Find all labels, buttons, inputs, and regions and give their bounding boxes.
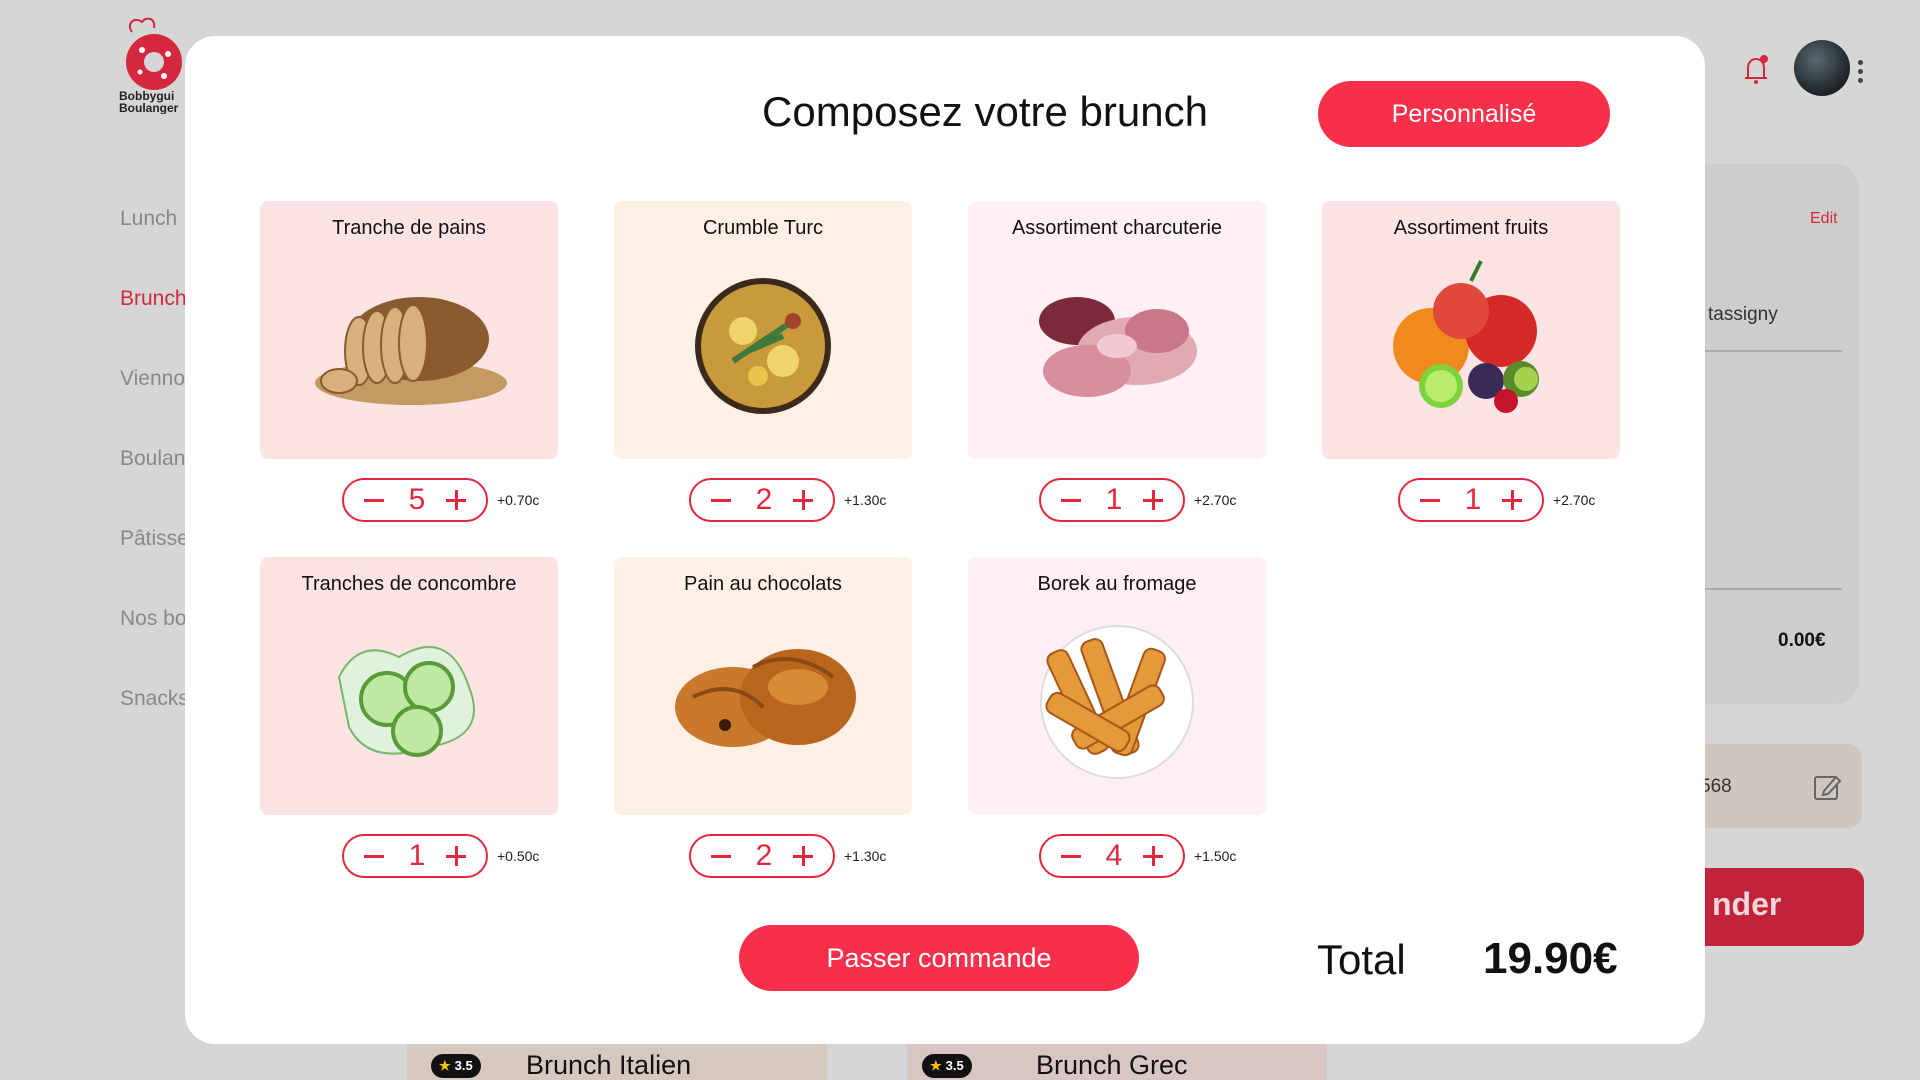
- item-card[interactable]: Crumble Turc: [614, 201, 912, 459]
- crumble-image: [695, 278, 831, 414]
- minus-icon[interactable]: [354, 836, 394, 876]
- plus-icon[interactable]: [783, 836, 823, 876]
- quantity-value: 1: [1464, 483, 1482, 516]
- custom-button[interactable]: Personnalisé: [1318, 81, 1610, 147]
- minus-icon[interactable]: [701, 480, 741, 520]
- brunch-card-title: Brunch Italien: [526, 1050, 692, 1080]
- star-icon: ★: [930, 1058, 942, 1073]
- item-name: Assortiment fruits: [1393, 217, 1549, 239]
- bell-icon[interactable]: [1742, 54, 1772, 86]
- item-price: +0.50c: [497, 848, 540, 864]
- cart-divider: [1702, 350, 1842, 352]
- sidebar-item-snacks[interactable]: Snacks: [120, 687, 189, 711]
- quantity-stepper[interactable]: 5: [342, 478, 488, 522]
- plus-icon[interactable]: [1133, 480, 1173, 520]
- item-name: Assortiment charcuterie: [1011, 217, 1223, 239]
- brunch-card-title: Brunch Grec: [1036, 1050, 1188, 1080]
- plus-icon[interactable]: [436, 480, 476, 520]
- item-name: Tranches de concombre: [301, 573, 517, 595]
- item-card[interactable]: Assortiment charcuterie: [968, 201, 1266, 459]
- item-card[interactable]: Borek au fromage: [968, 557, 1266, 815]
- quantity-value: 2: [755, 483, 773, 516]
- minus-icon[interactable]: [1051, 836, 1091, 876]
- minus-icon[interactable]: [354, 480, 394, 520]
- item-name: Tranche de pains: [332, 217, 486, 239]
- sidebar-item-lunch[interactable]: Lunch: [120, 207, 177, 231]
- charcuterie-image: [1039, 297, 1197, 397]
- minus-icon[interactable]: [1051, 480, 1091, 520]
- quantity-value: 4: [1105, 839, 1123, 872]
- bread-image: [315, 297, 507, 405]
- item-card[interactable]: Tranche de pains: [260, 201, 558, 459]
- item-price: +1.50c: [1194, 848, 1237, 864]
- item-price: +1.30c: [844, 848, 887, 864]
- plus-icon[interactable]: [1492, 480, 1532, 520]
- cart-total: 0.00€: [1778, 630, 1826, 651]
- quantity-value: 1: [408, 839, 426, 872]
- quantity-stepper[interactable]: 1: [1039, 478, 1185, 522]
- item-name: Pain au chocolats: [684, 573, 842, 595]
- cart-divider: [1702, 588, 1842, 590]
- item-card[interactable]: Tranches de concombre: [260, 557, 558, 815]
- cart-order-label: nder: [1712, 886, 1782, 922]
- pain-chocolat-image: [675, 649, 856, 747]
- item-price: +2.70c: [1553, 492, 1596, 508]
- rating-value: 3.5: [945, 1058, 964, 1073]
- sidebar-item-brunch[interactable]: Brunch: [120, 287, 187, 311]
- quantity-stepper[interactable]: 1: [1398, 478, 1544, 522]
- user-avatar[interactable]: [1794, 40, 1850, 96]
- minus-icon[interactable]: [701, 836, 741, 876]
- quantity-value: 2: [755, 839, 773, 872]
- edit-icon[interactable]: [1812, 772, 1842, 802]
- item-name: Borek au fromage: [1037, 573, 1197, 595]
- borek-image: [1040, 625, 1194, 779]
- cart-panel: [1690, 164, 1858, 704]
- compose-brunch-modal: Composez votre brunch Personnalisé Tranc…: [185, 36, 1705, 1044]
- plus-icon[interactable]: [1133, 836, 1173, 876]
- rating-badge: ★ 3.5: [431, 1054, 481, 1078]
- rating-badge: ★ 3.5: [922, 1054, 972, 1078]
- item-card[interactable]: Assortiment fruits: [1322, 201, 1620, 459]
- minus-icon[interactable]: [1410, 480, 1450, 520]
- plus-icon[interactable]: [783, 480, 823, 520]
- logo-text: Bobbygui Boulanger: [119, 90, 179, 114]
- item-card[interactable]: Pain au chocolats: [614, 557, 912, 815]
- cucumber-image: [337, 646, 475, 757]
- quantity-stepper[interactable]: 1: [342, 834, 488, 878]
- star-icon: ★: [439, 1058, 451, 1073]
- rating-value: 3.5: [454, 1058, 473, 1073]
- plus-icon[interactable]: [436, 836, 476, 876]
- item-price: +1.30c: [844, 492, 887, 508]
- item-name: Crumble Turc: [702, 217, 824, 239]
- fruits-image: [1393, 260, 1539, 413]
- place-order-button[interactable]: Passer commande: [739, 925, 1139, 991]
- more-menu-icon[interactable]: [1858, 60, 1864, 87]
- total-value: 19.90€: [1483, 934, 1618, 983]
- quantity-value: 1: [1105, 483, 1123, 516]
- quantity-value: 5: [408, 483, 426, 516]
- item-price: +2.70c: [1194, 492, 1237, 508]
- cart-edit-link[interactable]: Edit: [1810, 210, 1838, 228]
- cart-address: tassigny: [1708, 304, 1778, 325]
- quantity-stepper[interactable]: 2: [689, 478, 835, 522]
- item-price: +0.70c: [497, 492, 540, 508]
- total-label: Total: [1317, 936, 1406, 983]
- quantity-stepper[interactable]: 4: [1039, 834, 1185, 878]
- quantity-stepper[interactable]: 2: [689, 834, 835, 878]
